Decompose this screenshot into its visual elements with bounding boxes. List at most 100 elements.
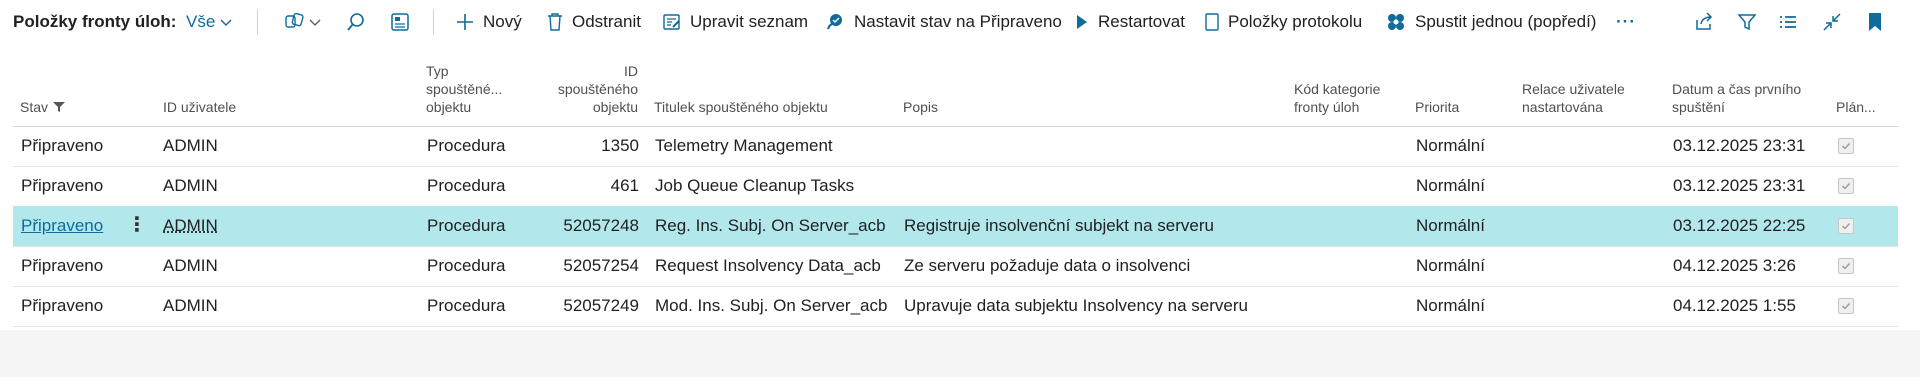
restart-label: Restartovat: [1098, 12, 1185, 31]
cell-user-id[interactable]: ADMIN: [163, 216, 218, 236]
view-dropdown[interactable]: Vše: [186, 12, 233, 32]
cell-status[interactable]: Připraveno: [21, 256, 103, 276]
scheduled-checkbox: [1838, 298, 1854, 314]
col-status[interactable]: Stav: [20, 98, 66, 116]
cell-object-type[interactable]: Procedura: [427, 136, 505, 156]
share-button[interactable]: [1692, 10, 1716, 34]
cell-priority[interactable]: Normální: [1416, 216, 1485, 236]
col-user-session-line: nastartována: [1522, 99, 1603, 115]
cell-status-link[interactable]: Připraveno: [21, 216, 103, 236]
col-object-id-line: objektu: [592, 99, 638, 115]
new-label: Nový: [483, 12, 522, 31]
page-background: [0, 330, 1920, 377]
search-icon: [347, 13, 364, 31]
cell-status[interactable]: Připraveno: [21, 176, 103, 196]
run-once-button[interactable]: Spustit jednou (popředí): [1385, 10, 1596, 34]
col-object-caption[interactable]: Titulek spouštěného objektu: [654, 98, 828, 116]
cell-start[interactable]: 04.12.2025 1:55: [1673, 296, 1796, 316]
plus-icon: [457, 14, 473, 30]
set-status-icon: [827, 14, 842, 30]
col-description[interactable]: Popis: [903, 98, 938, 116]
cell-start[interactable]: 03.12.2025 22:25: [1673, 216, 1805, 236]
analysis-mode-button[interactable]: [388, 10, 412, 34]
row-menu-button[interactable]: ⋮: [127, 212, 147, 237]
cell-start[interactable]: 04.12.2025 3:26: [1673, 256, 1796, 276]
filter-button[interactable]: [1735, 10, 1759, 34]
cell-user-id[interactable]: ADMIN: [163, 136, 218, 156]
cell-object-type[interactable]: Procedura: [427, 256, 505, 276]
set-ready-label: Nastavit stav na Připraveno: [854, 12, 1062, 31]
col-user-session[interactable]: Relace uživatele nastartována: [1522, 80, 1625, 116]
cell-object-id[interactable]: 52057249: [523, 296, 639, 316]
col-category[interactable]: Kód kategorie fronty úloh: [1294, 80, 1380, 116]
cell-object-id[interactable]: 52057248: [523, 216, 639, 236]
bookmark-button[interactable]: [1863, 10, 1887, 34]
cell-description[interactable]: Registruje insolvenční subjekt na server…: [904, 216, 1214, 236]
table-row[interactable]: Připraveno ADMIN Procedura 52057254 Requ…: [13, 246, 1898, 287]
list-view-button[interactable]: [1776, 10, 1800, 34]
col-object-type-line: Typ: [426, 63, 449, 79]
table-row[interactable]: Připraveno ADMIN Procedura 461 Job Queue…: [13, 166, 1898, 207]
cell-object-id[interactable]: 461: [523, 176, 639, 196]
toolbar-divider: [433, 9, 434, 35]
table-row[interactable]: Připraveno ADMIN Procedura 1350 Telemetr…: [13, 126, 1898, 167]
cell-object-type[interactable]: Procedura: [427, 216, 505, 236]
cell-user-id[interactable]: ADMIN: [163, 296, 218, 316]
bookmark-icon: [1869, 13, 1881, 31]
col-object-type[interactable]: Typ spouštěné... objektu: [426, 62, 502, 116]
play-icon: [1077, 15, 1087, 29]
toolbar-divider: [257, 9, 258, 35]
edit-list-button[interactable]: Upravit seznam: [662, 10, 808, 34]
cell-priority[interactable]: Normální: [1416, 176, 1485, 196]
new-button[interactable]: Nový: [455, 10, 522, 34]
cell-user-id[interactable]: ADMIN: [163, 176, 218, 196]
copilot-button[interactable]: [282, 10, 326, 34]
search-button[interactable]: [344, 10, 368, 34]
col-category-line: Kód kategorie: [1294, 81, 1381, 97]
col-scheduled[interactable]: Plán...: [1836, 98, 1876, 116]
run-once-icon: [1388, 14, 1404, 30]
cell-object-type[interactable]: Procedura: [427, 176, 505, 196]
cell-priority[interactable]: Normální: [1416, 136, 1485, 156]
cell-priority[interactable]: Normální: [1416, 256, 1485, 276]
share-icon: [1696, 12, 1713, 30]
cell-object-id[interactable]: 1350: [523, 136, 639, 156]
log-entries-label: Položky protokolu: [1228, 12, 1363, 31]
col-user-id[interactable]: ID uživatele: [163, 98, 236, 116]
cell-priority[interactable]: Normální: [1416, 296, 1485, 316]
cell-status[interactable]: Připraveno: [21, 136, 103, 156]
col-object-type-line: objektu: [426, 99, 472, 115]
table-row[interactable]: Připraveno ADMIN Procedura 52057249 Mod.…: [13, 286, 1898, 327]
restart-button[interactable]: Restartovat: [1074, 10, 1185, 34]
col-object-id[interactable]: ID spouštěného objektu: [523, 62, 638, 116]
set-ready-button[interactable]: Nastavit stav na Připraveno: [824, 10, 1062, 34]
view-label: Vše: [186, 12, 216, 31]
run-once-label: Spustit jednou (popředí): [1415, 12, 1597, 31]
collapse-icon: [1823, 13, 1841, 31]
job-queue-grid: Stav ID uživatele Typ spouštěné... objek…: [13, 44, 1898, 377]
col-earliest-start[interactable]: Datum a čas prvního spuštění: [1672, 80, 1801, 116]
delete-button[interactable]: Odstranit: [546, 10, 641, 34]
delete-label: Odstranit: [572, 12, 641, 31]
cell-description[interactable]: Upravuje data subjektu Insolvency na ser…: [904, 296, 1248, 316]
filter-icon: [53, 102, 66, 112]
filter-icon: [1737, 14, 1757, 31]
col-priority[interactable]: Priorita: [1415, 98, 1459, 116]
checkmark-icon: [1842, 183, 1851, 190]
cell-object-id[interactable]: 52057254: [523, 256, 639, 276]
cell-user-id[interactable]: ADMIN: [163, 256, 218, 276]
cell-start[interactable]: 03.12.2025 23:31: [1673, 136, 1805, 156]
edit-list-icon: [663, 14, 680, 30]
cell-object-type[interactable]: Procedura: [427, 296, 505, 316]
cell-start[interactable]: 03.12.2025 23:31: [1673, 176, 1805, 196]
col-earliest-start-line: spuštění: [1672, 99, 1725, 115]
col-object-id-line: spouštěného: [557, 81, 638, 97]
table-row-selected[interactable]: Připraveno ⋮ ADMIN Procedura 52057248 Re…: [13, 206, 1898, 247]
cell-description[interactable]: Ze serveru požaduje data o insolvenci: [904, 256, 1190, 276]
checkmark-icon: [1842, 223, 1851, 230]
more-actions-button[interactable]: ···: [1616, 10, 1636, 34]
collapse-button[interactable]: [1820, 10, 1844, 34]
col-user-session-line: Relace uživatele: [1522, 81, 1625, 97]
log-entries-button[interactable]: Položky protokolu: [1204, 10, 1362, 34]
cell-status[interactable]: Připraveno: [21, 296, 103, 316]
